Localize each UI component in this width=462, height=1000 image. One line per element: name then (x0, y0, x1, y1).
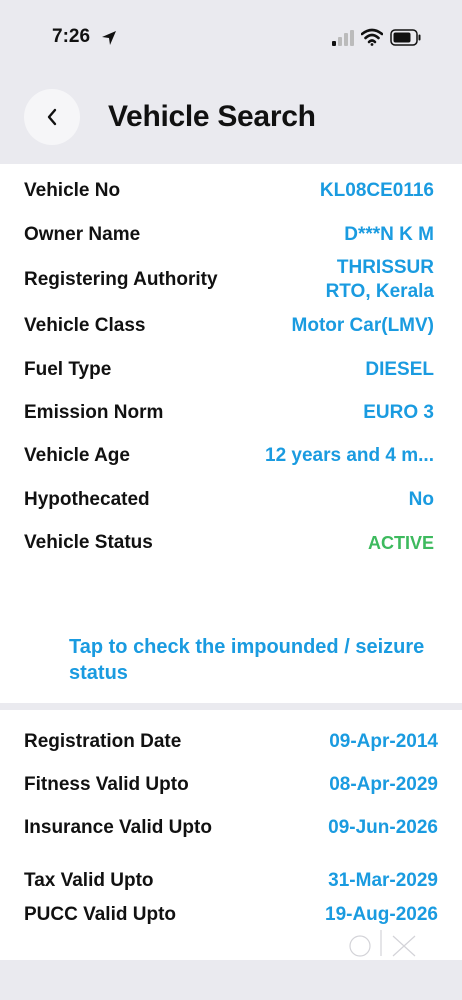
page-title: Vehicle Search (108, 100, 316, 133)
vehicle-details-card: Vehicle No KL08CE0116 Owner Name D***N K… (0, 164, 462, 703)
detail-value: THRISSUR RTO, Kerala (325, 257, 434, 302)
detail-label: Fuel Type (24, 359, 112, 380)
cell-signal-icon (332, 30, 354, 46)
detail-value: D***N K M (344, 224, 434, 245)
detail-label: Vehicle No (24, 180, 121, 201)
detail-label: Owner Name (24, 224, 141, 245)
validity-label: Registration Date (24, 731, 182, 752)
detail-label: Vehicle Age (24, 445, 130, 466)
validity-label: PUCC Valid Upto (24, 904, 177, 925)
wifi-icon (361, 28, 383, 46)
detail-value: No (408, 489, 434, 510)
validity-value: 08-Apr-2029 (329, 774, 438, 795)
status-time: 7:26 (52, 26, 91, 47)
chevron-left-icon (47, 108, 57, 126)
detail-label: Vehicle Class (24, 315, 146, 336)
detail-label: Registering Authority (24, 269, 218, 290)
validity-label: Tax Valid Upto (24, 870, 154, 891)
header: Vehicle Search (0, 86, 462, 152)
status-badge: ACTIVE (367, 533, 434, 553)
validity-value: 09-Jun-2026 (328, 817, 438, 838)
detail-value: KL08CE0116 (319, 180, 434, 201)
detail-value: DIESEL (365, 359, 434, 380)
back-button[interactable] (24, 89, 80, 145)
detail-value: 12 years and 4 m... (265, 445, 434, 466)
status-bar: 7:26 (0, 0, 462, 70)
validity-label: Fitness Valid Upto (24, 774, 189, 795)
impound-status-link[interactable]: Tap to check the impounded / seizure sta… (69, 634, 429, 686)
validity-value: 31-Mar-2029 (328, 870, 438, 891)
detail-value: Motor Car(LMV) (291, 315, 434, 336)
battery-icon (390, 29, 421, 46)
validity-value: 09-Apr-2014 (329, 731, 438, 752)
location-arrow-icon (102, 31, 116, 45)
validity-label: Insurance Valid Upto (24, 817, 212, 838)
detail-label: Hypothecated (24, 489, 150, 510)
detail-value: EURO 3 (363, 402, 434, 423)
detail-label: Emission Norm (24, 402, 164, 423)
olx-logo (347, 927, 418, 959)
detail-label: Vehicle Status (24, 532, 153, 553)
